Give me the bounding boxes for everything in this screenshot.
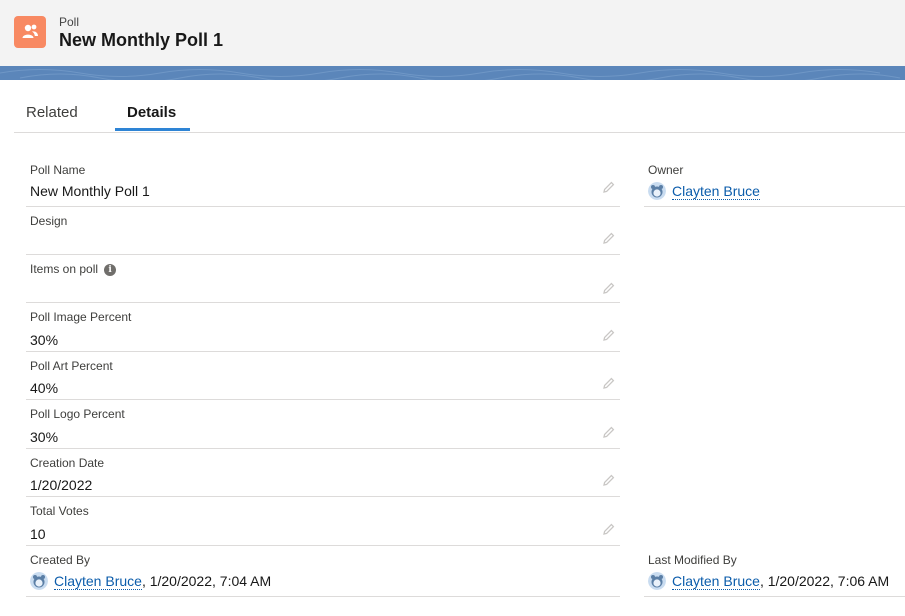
field-value: 40% bbox=[30, 380, 59, 396]
pencil-icon[interactable] bbox=[602, 425, 616, 439]
field-value: Clayten Bruce, 1/20/2022, 7:04 AM bbox=[30, 572, 272, 591]
field-value: 30% bbox=[30, 429, 59, 445]
pencil-icon[interactable] bbox=[602, 522, 616, 536]
field-label: Owner bbox=[648, 163, 684, 177]
owner-user-link[interactable]: Clayten Bruce bbox=[672, 183, 760, 200]
field-label: Poll Image Percent bbox=[30, 310, 132, 324]
field-label: Created By bbox=[30, 553, 91, 567]
pencil-icon[interactable] bbox=[602, 376, 616, 390]
field-label: Items on poll bbox=[30, 262, 99, 276]
field-value: Clayten Bruce, 1/20/2022, 7:06 AM bbox=[648, 572, 890, 591]
field-poll-name: Poll Name New Monthly Poll 1 bbox=[26, 155, 620, 207]
tab-details[interactable]: Details bbox=[127, 104, 176, 121]
poll-object-icon bbox=[14, 16, 46, 48]
pencil-icon[interactable] bbox=[602, 231, 616, 245]
field-label-row: Items on poll i bbox=[30, 262, 117, 276]
field-poll-image-percent: Poll Image Percent 30% bbox=[26, 302, 620, 352]
field-value: 10 bbox=[30, 526, 46, 542]
info-icon[interactable]: i bbox=[104, 263, 117, 276]
field-value: 30% bbox=[30, 332, 59, 348]
field-poll-art-percent: Poll Art Percent 40% bbox=[26, 351, 620, 400]
object-type-label: Poll bbox=[59, 15, 80, 29]
record-tabs: Related Details bbox=[14, 80, 905, 133]
field-value: Clayten Bruce bbox=[648, 182, 760, 201]
field-label: Total Votes bbox=[30, 504, 89, 518]
tab-related[interactable]: Related bbox=[26, 104, 78, 121]
field-label: Creation Date bbox=[30, 456, 105, 470]
field-label: Poll Logo Percent bbox=[30, 407, 125, 421]
field-label: Last Modified By bbox=[648, 553, 737, 567]
field-creation-date: Creation Date 1/20/2022 bbox=[26, 448, 620, 497]
field-label: Design bbox=[30, 214, 68, 228]
user-avatar-icon bbox=[30, 572, 48, 591]
user-avatar-icon bbox=[648, 182, 666, 201]
field-last-modified-by: Last Modified By Clayten Bruce, 1/20/202… bbox=[644, 545, 905, 597]
field-design: Design bbox=[26, 206, 620, 255]
page-title: New Monthly Poll 1 bbox=[59, 30, 224, 50]
field-created-by: Created By Clayten Bruce, 1/20/2022, 7:0… bbox=[26, 545, 620, 597]
field-owner: Owner Clayten Bruce bbox=[644, 155, 905, 207]
field-label: Poll Art Percent bbox=[30, 359, 113, 373]
pencil-icon[interactable] bbox=[602, 180, 616, 194]
last-modified-by-user-link[interactable]: Clayten Bruce bbox=[672, 573, 760, 590]
decorative-banner bbox=[0, 66, 905, 80]
pencil-icon[interactable] bbox=[602, 473, 616, 487]
pencil-icon[interactable] bbox=[602, 281, 616, 295]
field-poll-logo-percent: Poll Logo Percent 30% bbox=[26, 399, 620, 449]
record-header: Poll New Monthly Poll 1 bbox=[0, 0, 905, 66]
field-label: Poll Name bbox=[30, 163, 86, 177]
field-value: New Monthly Poll 1 bbox=[30, 183, 150, 199]
pencil-icon[interactable] bbox=[602, 328, 616, 342]
created-date-text: , 1/20/2022, 7:04 AM bbox=[141, 573, 272, 589]
field-total-votes: Total Votes 10 bbox=[26, 496, 620, 546]
field-items-on-poll: Items on poll i bbox=[26, 254, 620, 303]
created-by-user-link[interactable]: Clayten Bruce bbox=[54, 573, 142, 590]
user-avatar-icon bbox=[648, 572, 666, 591]
last-modified-date-text: , 1/20/2022, 7:06 AM bbox=[759, 573, 890, 589]
active-tab-indicator bbox=[115, 128, 190, 131]
field-value: 1/20/2022 bbox=[30, 477, 93, 493]
